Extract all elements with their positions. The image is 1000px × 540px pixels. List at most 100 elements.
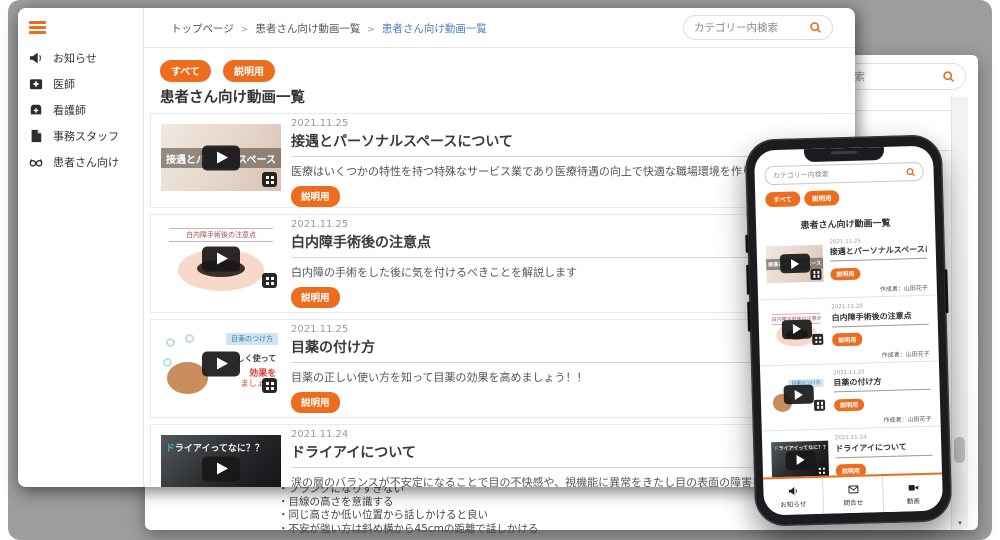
play-button[interactable] (779, 254, 810, 274)
nav-item-video[interactable]: 動画 (882, 474, 943, 512)
thumb-text: しく使って (237, 353, 277, 364)
fullscreen-icon[interactable] (814, 399, 825, 410)
video-thumbnail[interactable]: 白内障手術後の注意点 (767, 310, 825, 349)
note-line: ・不安が強い方は斜め横から45cmの距離で話しかける (278, 523, 538, 536)
sidebar-item-doctor[interactable]: 医師 (18, 72, 143, 96)
screenshot-stage: カテゴリー内検索 ▾ ・フランクになりすぎない ・目線の高さを意識する ・同じ高… (0, 0, 1000, 540)
sidebar-item-label: お知らせ (53, 50, 97, 66)
mail-icon (847, 483, 859, 494)
search-icon[interactable] (942, 70, 955, 83)
sidebar-item-label: 事務スタッフ (53, 128, 119, 144)
thumb-decoration (163, 358, 172, 367)
page-title: 患者さん向け動画一覧 (160, 86, 305, 107)
video-creator: 作成者：山田花子 (833, 348, 930, 360)
note-line: ・目線の高さを意識する (278, 496, 538, 509)
speaker-icon (787, 485, 798, 496)
volume-up-button (746, 265, 750, 295)
filter-explain-button[interactable]: 説明用 (804, 190, 840, 205)
thumb-text: 効果を (249, 366, 276, 379)
video-thumbnail[interactable]: 目薬のつけ方 しく使って 効果を ましょう (161, 330, 281, 397)
video-list-item[interactable]: 接遇とパスペース 2021.11.25 接遇とパーソナルスペースについて 説明用… (756, 230, 937, 300)
video-title[interactable]: 目薬の付け方 (833, 373, 930, 392)
video-card[interactable]: ドライアイってなに？？ 2021.11.24 ドライアイについて 涙の層のバラン… (150, 424, 855, 487)
volume-down-button (747, 302, 751, 332)
video-thumbnail[interactable]: 接遇とパ スペース (161, 124, 281, 191)
search-icon[interactable] (905, 167, 915, 177)
page-title: 患者さん向け動画一覧 (756, 214, 935, 232)
play-button[interactable] (781, 319, 812, 339)
fullscreen-icon[interactable] (810, 268, 821, 279)
search-icon[interactable] (809, 21, 822, 34)
sidebar-item-label: 医師 (53, 76, 75, 92)
search-placeholder: カテゴリー内検索 (773, 169, 829, 181)
filter-all-button[interactable]: すべて (765, 191, 800, 206)
video-list-item[interactable]: 目薬のつけ方 2021.11.25 目薬の付け方 説明用 作成者：山田花子 (760, 361, 941, 431)
video-thumbnail[interactable]: 白内障手術後の注意点 (161, 225, 281, 292)
fullscreen-icon[interactable] (262, 378, 277, 393)
video-title[interactable]: 接遇とパーソナルスペースについて (830, 242, 927, 261)
video-title[interactable]: ドライアイについて (835, 439, 932, 458)
sidebar-item-label: 看護師 (53, 102, 86, 118)
play-button[interactable] (202, 456, 240, 481)
video-thumbnail[interactable]: ドライアイってなに？？ (161, 435, 281, 487)
video-thumbnail[interactable]: ドライアイってなに？？ (771, 441, 829, 480)
sidebar-item-nurse[interactable]: 看護師 (18, 98, 143, 122)
scrollbar-down-arrow[interactable]: ▾ (952, 519, 968, 527)
play-button[interactable] (202, 246, 240, 271)
medical-kit-icon (29, 77, 43, 91)
thumb-text: スペース (237, 151, 276, 166)
fullscreen-icon[interactable] (812, 334, 823, 345)
breadcrumb-separator: > (241, 25, 249, 35)
video-tag[interactable]: 説明用 (291, 186, 340, 207)
filter-explain-button[interactable]: 説明用 (223, 60, 275, 82)
fullscreen-icon[interactable] (262, 172, 277, 187)
breadcrumb-home[interactable]: トップページ (171, 23, 234, 35)
sidebar-item-staff[interactable]: 事務スタッフ (18, 124, 143, 148)
main-window: お知らせ 医師 看護師 事務スタッフ 患者さん向け トップページ>患者さん向 (18, 8, 855, 487)
video-tag[interactable]: 説明用 (834, 398, 864, 411)
megaphone-icon (29, 51, 43, 65)
note-line: ・同じ高さか低い位置から話しかけると良い (278, 509, 538, 522)
nav-item-contact[interactable]: 問合せ (822, 476, 883, 514)
filter-all-button[interactable]: すべて (160, 60, 211, 82)
video-title[interactable]: 白内障手術後の注意点 (831, 308, 928, 327)
video-thumbnail[interactable]: 接遇とパスペース (766, 244, 824, 283)
nav-item-news[interactable]: お知らせ (763, 478, 823, 516)
document-icon (29, 129, 43, 143)
video-creator: 作成者：山田花子 (834, 414, 931, 426)
play-button[interactable] (783, 385, 814, 405)
filter-bar: すべて 説明用 (765, 188, 924, 207)
sidebar: お知らせ 医師 看護師 事務スタッフ 患者さん向け (18, 8, 144, 487)
fullscreen-icon[interactable] (262, 273, 277, 288)
search-placeholder: カテゴリー内検索 (694, 20, 778, 35)
search-input[interactable]: カテゴリー内検索 (764, 162, 923, 185)
play-button[interactable] (785, 450, 816, 470)
phone-notch (803, 147, 883, 162)
hamburger-menu-icon[interactable] (29, 21, 46, 34)
sidebar-item-patients[interactable]: 患者さん向け (18, 150, 143, 174)
video-tag[interactable]: 説明用 (291, 287, 340, 308)
scrollbar[interactable]: ▾ (951, 97, 968, 530)
sidebar-item-news[interactable]: お知らせ (18, 46, 143, 70)
video-thumbnail[interactable]: 目薬のつけ方 (769, 375, 827, 414)
overflow-note-list: ・フランクになりすぎない ・目線の高さを意識する ・同じ高さか低い位置から話しか… (278, 483, 538, 536)
video-tag[interactable]: 説明用 (291, 392, 340, 413)
video-list: 接遇とパスペース 2021.11.25 接遇とパーソナルスペースについて 説明用… (756, 230, 942, 497)
play-button[interactable] (202, 351, 240, 376)
thumb-decoration (185, 334, 194, 343)
video-tag[interactable]: 説明用 (832, 333, 862, 346)
video-date: 2021.11.25 (291, 118, 842, 129)
thumb-label: 目薬のつけ方 (226, 333, 278, 345)
breadcrumb-parent[interactable]: 患者さん向け動画一覧 (255, 23, 360, 35)
thumb-text: 接遇とパ (166, 151, 206, 166)
fullscreen-icon[interactable] (816, 465, 827, 476)
video-tag[interactable]: 説明用 (830, 267, 860, 280)
play-button[interactable] (202, 145, 240, 170)
nav-item-label: 問合せ (843, 496, 863, 507)
nurse-cap-icon (29, 103, 43, 117)
breadcrumb-current[interactable]: 患者さん向け動画一覧 (382, 23, 487, 35)
search-input[interactable]: カテゴリー内検索 (683, 15, 833, 40)
sidebar-item-label: 患者さん向け (53, 154, 119, 170)
scrollbar-thumb[interactable] (954, 437, 965, 463)
video-list-item[interactable]: 白内障手術後の注意点 2021.11.25 白内障手術後の注意点 説明用 作成者… (758, 296, 939, 366)
